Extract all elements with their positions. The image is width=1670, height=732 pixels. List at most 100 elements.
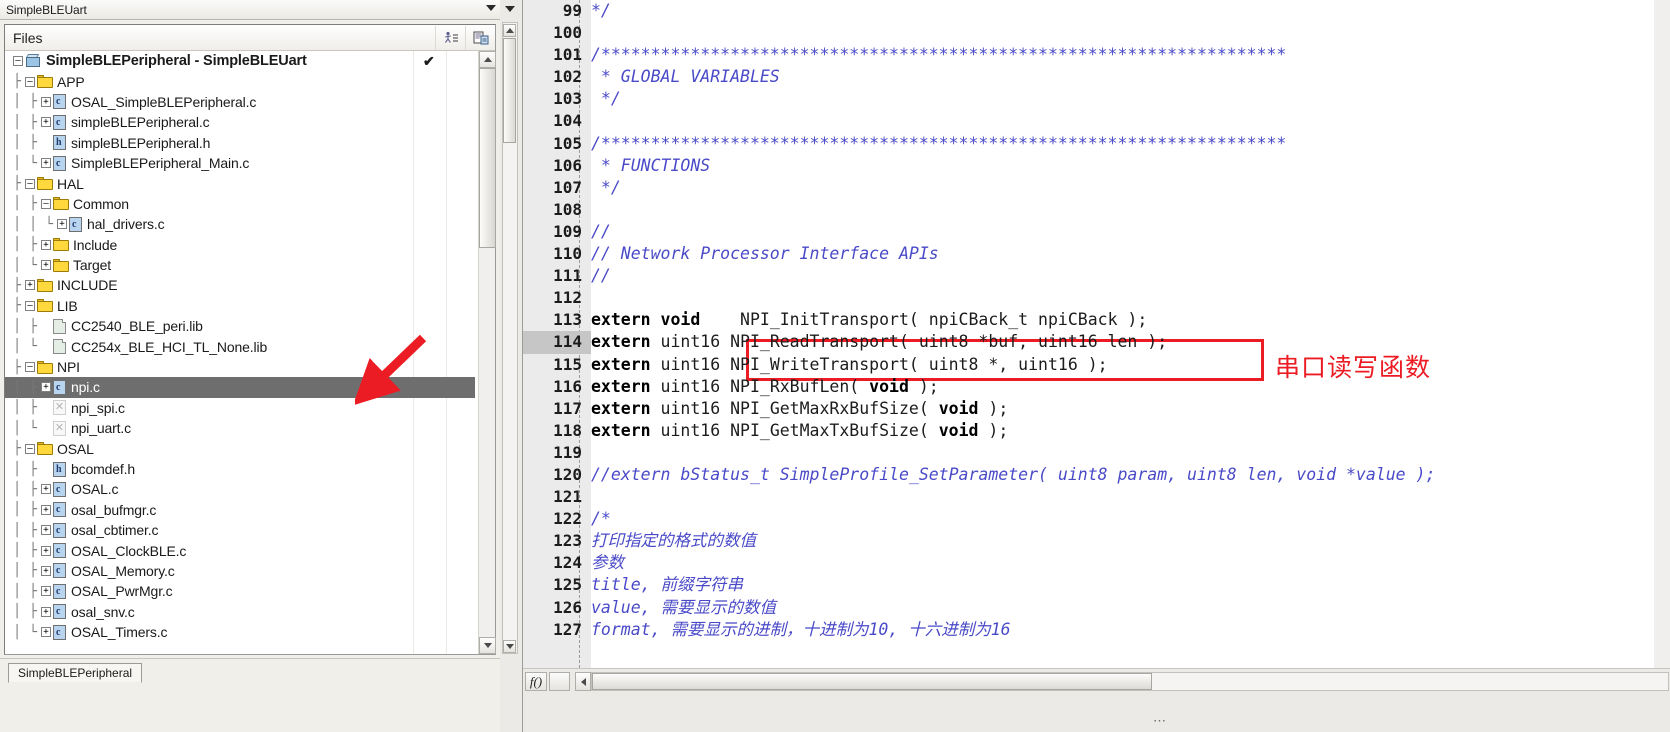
tree-item[interactable]: │ ├ + c OSAL_PwrMgr.c [5,581,475,601]
workspace-tab-simplebleperipheral[interactable]: SimpleBLEPeripheral [8,663,143,683]
compile-icon[interactable] [465,25,495,50]
code-line[interactable]: 124 参数 [523,552,1670,574]
code-line[interactable]: 120 //extern bStatus_t SimpleProfile_SetP… [523,464,1670,486]
tree-expander[interactable]: + [41,627,51,638]
code-line[interactable]: 118 extern uint16 NPI_GetMaxTxBufSize( vo… [523,420,1670,442]
tree-expander[interactable]: + [41,606,51,617]
code-line[interactable]: 119 [523,442,1670,464]
tree-item[interactable]: │ ├ ✕ npi_spi.c [5,398,475,418]
code-line[interactable]: 107 */ [523,177,1670,199]
code-line[interactable]: 117 extern uint16 NPI_GetMaxRxBufSize( vo… [523,398,1670,420]
tree-expander[interactable]: + [41,382,51,393]
hscroll-thumb[interactable] [592,673,1152,690]
tree-expander[interactable]: + [41,96,51,107]
tree-item[interactable]: │ ├ + c osal_cbtimer.c [5,520,475,540]
code-line[interactable]: 126 value, 需要显示的数值 [523,597,1670,619]
tree-item[interactable]: ├ – APP [5,71,475,91]
scroll-up-button[interactable] [479,51,496,68]
code-line[interactable]: 110 // Network Processor Interface APIs [523,243,1670,265]
tree-expander[interactable]: + [41,504,51,515]
code-line[interactable]: 106 * FUNCTIONS [523,155,1670,177]
tree-expander[interactable]: – [13,56,23,67]
code-line[interactable]: 127 format, 需要显示的进制，十进制为10, 十六进制为16 [523,619,1670,641]
tree-expander[interactable]: + [41,565,51,576]
tree-expander[interactable]: + [41,117,51,128]
tree-item[interactable]: │ └ + c OSAL_Timers.c [5,622,475,642]
tree-expander[interactable]: + [41,260,51,271]
editor-outer-scroll-column[interactable] [500,0,522,732]
tree-expander[interactable]: – [25,76,35,87]
outer-scroll-thumb[interactable] [503,38,516,143]
scroll-thumb[interactable] [479,68,496,248]
code-line[interactable]: 103 */ [523,88,1670,110]
code-line[interactable]: 112 [523,287,1670,309]
tree-expander[interactable]: + [41,484,51,495]
code-line[interactable]: 111 // [523,265,1670,287]
tree-expander[interactable]: – [25,443,35,454]
editor-window-chevron-down-icon[interactable] [502,1,518,16]
tree-expander[interactable]: + [41,239,51,250]
tree-item[interactable]: ├ – HAL [5,173,475,193]
code-line[interactable]: 115 extern uint16 NPI_WriteTransport( uin… [523,354,1670,376]
outer-scroll-up-button[interactable] [503,24,516,37]
tree-expander[interactable]: – [25,362,35,373]
tree-item[interactable]: │ └ + c SimpleBLEPeripheral_Main.c [5,153,475,173]
code-line[interactable]: 102 * GLOBAL VARIABLES [523,66,1670,88]
code-line[interactable]: 99 */ [523,0,1670,22]
chevron-down-icon[interactable] [486,5,496,11]
tree-item[interactable]: │ ├ + c OSAL_SimpleBLEPeripheral.c [5,92,475,112]
code-text-area[interactable]: 99 */ 100 101 /*****************************… [523,0,1670,668]
code-line[interactable]: 121 [523,486,1670,508]
tree-item[interactable]: │ └ ✕ npi_uart.c [5,418,475,438]
code-line[interactable]: 122 /* [523,508,1670,530]
tree-item[interactable]: │ ├ + c OSAL.c [5,479,475,499]
tree-expander[interactable]: + [57,219,67,230]
code-line[interactable]: 123 打印指定的格式的数值 [523,530,1670,552]
code-line[interactable]: 105 /************************************… [523,133,1670,155]
scroll-down-button[interactable] [479,637,496,654]
code-line[interactable]: 114 extern uint16 NPI_ReadTransport( uint… [523,331,1670,354]
tree-item[interactable]: – SimpleBLEPeripheral - SimpleBLEUart ✔ [5,51,475,71]
tree-item[interactable]: │ ├ + c OSAL_ClockBLE.c [5,540,475,560]
tree-expander[interactable]: + [41,158,51,169]
tree-item[interactable]: │ ├ CC2540_BLE_peri.lib [5,316,475,336]
tree-item[interactable]: │ ├ h bcomdef.h [5,459,475,479]
code-editor[interactable]: 99 */ 100 101 /*****************************… [522,0,1670,732]
tree-item[interactable]: ├ + INCLUDE [5,275,475,295]
tree-item[interactable]: │ ├ h simpleBLEPeripheral.h [5,133,475,153]
code-line[interactable]: 116 extern uint16 NPI_RxBufLen( void ); [523,376,1670,398]
tree-item[interactable]: │ └ + Target [5,255,475,275]
code-line[interactable]: 125 title, 前缀字符串 [523,574,1670,596]
tree-item[interactable]: │ ├ + Include [5,235,475,255]
tree-expander[interactable]: + [41,525,51,536]
tree-item[interactable]: ├ – OSAL [5,438,475,458]
tree-item[interactable]: │ │ └ + c hal_drivers.c [5,214,475,234]
tree-expander[interactable]: – [25,300,35,311]
code-line[interactable]: 100 [523,22,1670,44]
tree-expander[interactable]: – [41,198,51,209]
function-browser-icon[interactable]: f() [525,672,547,691]
tree-expander[interactable]: – [25,178,35,189]
tree-expander[interactable]: + [25,280,35,291]
tree-item[interactable]: │ ├ + c simpleBLEPeripheral.c [5,112,475,132]
make-icon[interactable] [435,25,465,50]
tree-expander[interactable]: + [41,545,51,556]
editor-horizontal-scrollbar[interactable] [591,672,1669,691]
tree-item[interactable]: │ ├ – Common [5,194,475,214]
outer-scroll-down-button[interactable] [503,640,516,653]
tree-item[interactable]: │ ├ + c osal_snv.c [5,602,475,622]
tree-item[interactable]: │ └ CC254x_BLE_HCI_TL_None.lib [5,336,475,356]
code-line[interactable]: 101 /************************************… [523,44,1670,66]
code-line[interactable]: 109 // [523,221,1670,243]
code-line[interactable]: 104 [523,110,1670,132]
tree-item-selected[interactable]: │ ├ + c npi.c [5,377,475,398]
editor-toggle-button[interactable] [549,672,570,691]
project-tree[interactable]: – SimpleBLEPeripheral - SimpleBLEUart ✔ ├ – A… [5,51,495,654]
code-line[interactable]: 113 extern void NPI_InitTransport( npiCBa… [523,309,1670,331]
code-line[interactable]: 108 [523,199,1670,221]
hscroll-left-button[interactable] [575,672,591,691]
tree-expander[interactable]: + [41,586,51,597]
tree-item[interactable]: ├ – NPI [5,357,475,377]
tree-vertical-scrollbar[interactable] [478,51,496,654]
tree-item[interactable]: │ ├ + c OSAL_Memory.c [5,561,475,581]
